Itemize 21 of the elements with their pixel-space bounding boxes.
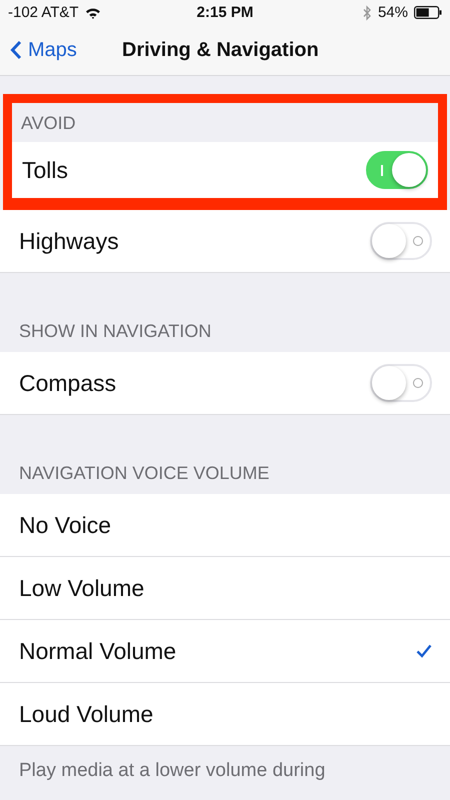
row-label: Normal Volume bbox=[19, 638, 176, 664]
bluetooth-icon bbox=[362, 4, 372, 20]
carrier-text: -102 AT&T bbox=[8, 4, 79, 21]
footer-text: Play media at a lower volume during bbox=[19, 760, 326, 781]
clock-text: 2:15 PM bbox=[196, 4, 254, 21]
section-header: SHOW IN NAVIGATION bbox=[18, 320, 212, 343]
row-label: Low Volume bbox=[19, 574, 144, 602]
row-label: No Voice bbox=[19, 512, 112, 538]
battery-icon bbox=[414, 6, 442, 19]
section-header: AVOID bbox=[20, 112, 77, 135]
toggle-switch[interactable] bbox=[366, 151, 428, 189]
wifi-icon bbox=[84, 6, 101, 18]
back-button[interactable]: Maps bbox=[0, 38, 77, 62]
row-label: Tolls bbox=[22, 156, 68, 184]
page-title: Driving & Navigation bbox=[122, 38, 319, 62]
battery-percent: 54% bbox=[378, 4, 408, 21]
row-label: Loud Volume bbox=[19, 700, 154, 728]
row-label: Highways bbox=[19, 228, 119, 254]
section-header: NAVIGATION VOICE VOLUME bbox=[18, 462, 270, 485]
back-chevron-icon bbox=[10, 40, 22, 60]
row-label: Compass bbox=[19, 370, 116, 396]
